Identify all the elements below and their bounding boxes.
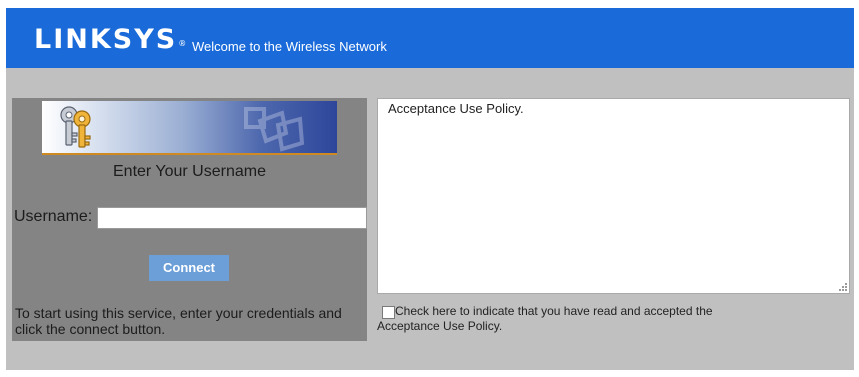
accept-policy-checkbox[interactable] xyxy=(382,306,395,319)
linksys-logo: LINKSYS® xyxy=(34,25,188,55)
username-label: Username: xyxy=(14,208,93,225)
login-instructions: To start using this service, enter your … xyxy=(15,305,342,337)
login-banner xyxy=(42,101,337,155)
resize-grip-icon[interactable] xyxy=(838,282,848,292)
keys-icon xyxy=(60,106,91,148)
accept-policy-row: Check here to indicate that you have rea… xyxy=(377,304,759,334)
policy-textarea[interactable]: Acceptance Use Policy. xyxy=(377,98,850,294)
header-bar: LINKSYS® Welcome to the Wireless Network xyxy=(6,8,854,68)
accept-policy-label[interactable]: Check here to indicate that you have rea… xyxy=(377,304,759,334)
connect-button[interactable]: Connect xyxy=(149,255,229,281)
network-shape-icon xyxy=(244,107,305,152)
policy-text: Acceptance Use Policy. xyxy=(388,101,524,116)
banner-accent-line xyxy=(42,153,337,155)
welcome-text: Welcome to the Wireless Network xyxy=(192,39,387,54)
brand-name: LINKSYS xyxy=(34,24,178,55)
login-title: Enter Your Username xyxy=(113,163,266,180)
username-input[interactable] xyxy=(97,207,367,229)
trademark-symbol: ® xyxy=(178,39,189,48)
login-panel: Enter Your Username Username: Connect To… xyxy=(12,98,367,341)
main-content: Enter Your Username Username: Connect To… xyxy=(6,68,854,370)
